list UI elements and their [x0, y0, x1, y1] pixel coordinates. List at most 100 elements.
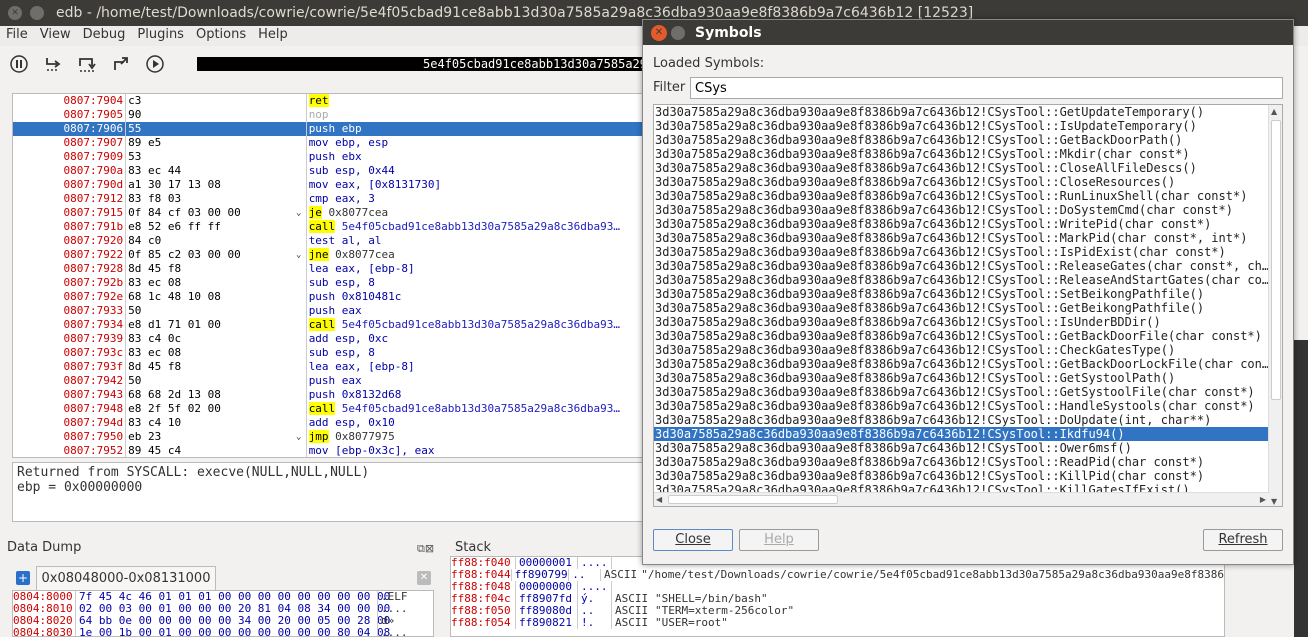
symbol-item[interactable]: 3d30a7585a29a8c36dba930aa9e8f8386b9a7c64…: [654, 273, 1270, 287]
disasm-row[interactable]: 0807:7933 50 push eax: [13, 304, 643, 318]
menu-view[interactable]: View: [34, 26, 77, 46]
disasm-row[interactable]: 0807:7907 89 e5 mov ebp, esp: [13, 136, 643, 150]
scroll-up-icon[interactable]: ▲: [1271, 107, 1277, 116]
disasm-instruction: sub esp, 0x44: [306, 164, 643, 178]
disasm-row[interactable]: 0807:7943 68 68 2d 13 08 push 0x8132d68: [13, 388, 643, 402]
refresh-button[interactable]: Refresh: [1203, 529, 1283, 551]
menu-plugins[interactable]: Plugins: [131, 26, 190, 46]
symbol-item[interactable]: 3d30a7585a29a8c36dba930aa9e8f8386b9a7c64…: [654, 455, 1270, 469]
disasm-row[interactable]: 0807:7920 84 c0 test al, al: [13, 234, 643, 248]
disasm-row[interactable]: 0807:7950 eb 23 ⌄ jmp 0x8077975: [13, 430, 643, 444]
symbol-item[interactable]: 3d30a7585a29a8c36dba930aa9e8f8386b9a7c64…: [654, 259, 1270, 273]
symbol-item[interactable]: 3d30a7585a29a8c36dba930aa9e8f8386b9a7c64…: [654, 371, 1270, 385]
symbol-item[interactable]: 3d30a7585a29a8c36dba930aa9e8f8386b9a7c64…: [654, 343, 1270, 357]
symbol-item[interactable]: 3d30a7585a29a8c36dba930aa9e8f8386b9a7c64…: [654, 189, 1270, 203]
disasm-row[interactable]: 0807:7905 90 nop: [13, 108, 643, 122]
h-scrollbar-thumb[interactable]: [668, 495, 838, 504]
disasm-row[interactable]: 0807:7906 55 push ebp: [13, 122, 643, 136]
step-into-icon[interactable]: [38, 52, 68, 76]
mnemonic: sub esp, 8: [309, 346, 375, 359]
minimize-dialog-icon[interactable]: [671, 26, 685, 40]
symbol-item[interactable]: 3d30a7585a29a8c36dba930aa9e8f8386b9a7c64…: [654, 175, 1270, 189]
menu-file[interactable]: File: [0, 26, 34, 46]
symbol-item[interactable]: 3d30a7585a29a8c36dba930aa9e8f8386b9a7c64…: [654, 287, 1270, 301]
symbol-item[interactable]: 3d30a7585a29a8c36dba930aa9e8f8386b9a7c64…: [654, 105, 1270, 119]
symbol-item[interactable]: 3d30a7585a29a8c36dba930aa9e8f8386b9a7c64…: [654, 441, 1270, 455]
disasm-row[interactable]: 0807:7948 e8 2f 5f 02 00 call 5e4f05cbad91…: [13, 402, 643, 416]
disasm-row[interactable]: 0807:793f 8d 45 f8 lea eax, [ebp-8]: [13, 360, 643, 374]
pause-icon[interactable]: [4, 52, 34, 76]
symbol-item[interactable]: 3d30a7585a29a8c36dba930aa9e8f8386b9a7c64…: [654, 427, 1270, 441]
disasm-row[interactable]: 0807:791b e8 52 e6 ff ff call 5e4f05cbad91…: [13, 220, 643, 234]
symbol-item[interactable]: 3d30a7585a29a8c36dba930aa9e8f8386b9a7c64…: [654, 329, 1270, 343]
symbol-item[interactable]: 3d30a7585a29a8c36dba930aa9e8f8386b9a7c64…: [654, 385, 1270, 399]
disasm-row[interactable]: 0807:790a 83 ec 44 sub esp, 0x44: [13, 164, 643, 178]
disasm-row[interactable]: 0807:7934 e8 d1 71 01 00 call 5e4f05cbad91…: [13, 318, 643, 332]
disasm-row[interactable]: 0807:7942 50 push eax: [13, 374, 643, 388]
symbol-item[interactable]: 3d30a7585a29a8c36dba930aa9e8f8386b9a7c64…: [654, 245, 1270, 259]
run-icon[interactable]: [140, 52, 170, 76]
symbol-item[interactable]: 3d30a7585a29a8c36dba930aa9e8f8386b9a7c64…: [654, 203, 1270, 217]
symbol-item[interactable]: 3d30a7585a29a8c36dba930aa9e8f8386b9a7c64…: [654, 231, 1270, 245]
help-button[interactable]: Help: [739, 529, 819, 551]
jump-arrow-icon: [292, 276, 306, 290]
symbol-item[interactable]: 3d30a7585a29a8c36dba930aa9e8f8386b9a7c64…: [654, 413, 1270, 427]
disasm-row[interactable]: 0807:7928 8d 45 f8 lea eax, [ebp-8]: [13, 262, 643, 276]
address-bar[interactable]: 5e4f05cbad91ce8abb13d30a7585a29: [197, 57, 647, 71]
disasm-row[interactable]: 0807:7922 0f 85 c2 03 00 00 ⌄ jne 0x8077cea: [13, 248, 643, 262]
disasm-row[interactable]: 0807:7952 89 45 c4 mov [ebp-0x3c], eax: [13, 444, 643, 458]
disasm-row[interactable]: 0807:7912 83 f8 03 cmp eax, 3: [13, 192, 643, 206]
scroll-left-icon[interactable]: ◀: [656, 495, 662, 504]
disasm-row[interactable]: 0807:7939 83 c4 0c add esp, 0xc: [13, 332, 643, 346]
disasm-address: 0807:7904: [13, 94, 125, 108]
disasm-row[interactable]: 0807:7915 0f 84 cf 03 00 00 ⌄ je 0x8077cea: [13, 206, 643, 220]
close-dialog-icon[interactable]: ✕: [651, 25, 667, 41]
menu-debug[interactable]: Debug: [77, 26, 132, 46]
disasm-row[interactable]: 0807:7909 53 push ebx: [13, 150, 643, 164]
filter-input[interactable]: [690, 77, 1283, 99]
add-tab-icon[interactable]: +: [16, 571, 30, 585]
symbols-list[interactable]: 3d30a7585a29a8c36dba930aa9e8f8386b9a7c64…: [653, 104, 1283, 507]
jump-arrow-icon: [292, 192, 306, 206]
close-window-icon[interactable]: ✕: [8, 6, 22, 20]
disasm-row[interactable]: 0807:792e 68 1c 48 10 08 push 0x810481c: [13, 290, 643, 304]
jump-arrow-icon: [292, 122, 306, 136]
symbol-item[interactable]: 3d30a7585a29a8c36dba930aa9e8f8386b9a7c64…: [654, 119, 1270, 133]
undock-icon[interactable]: ⧉⊠: [417, 542, 434, 556]
disasm-row[interactable]: 0807:7904 c3 ret: [13, 94, 643, 108]
disasm-row[interactable]: 0807:790d a1 30 17 13 08 mov eax, [0x81317…: [13, 178, 643, 192]
symbol-item[interactable]: 3d30a7585a29a8c36dba930aa9e8f8386b9a7c64…: [654, 161, 1270, 175]
disasm-row[interactable]: 0807:793c 83 ec 08 sub esp, 8: [13, 346, 643, 360]
symbol-item[interactable]: 3d30a7585a29a8c36dba930aa9e8f8386b9a7c64…: [654, 315, 1270, 329]
symbol-item[interactable]: 3d30a7585a29a8c36dba930aa9e8f8386b9a7c64…: [654, 133, 1270, 147]
close-button[interactable]: Close: [653, 529, 733, 551]
scrollbar-thumb[interactable]: [1271, 120, 1281, 400]
dump-tab[interactable]: 0x08048000-0x08131000: [36, 566, 216, 590]
symbol-item[interactable]: 3d30a7585a29a8c36dba930aa9e8f8386b9a7c64…: [654, 147, 1270, 161]
menu-options[interactable]: Options: [190, 26, 252, 46]
disasm-bytes: 83 ec 44: [125, 164, 292, 178]
symbol-item[interactable]: 3d30a7585a29a8c36dba930aa9e8f8386b9a7c64…: [654, 469, 1270, 483]
symbol-item[interactable]: 3d30a7585a29a8c36dba930aa9e8f8386b9a7c64…: [654, 357, 1270, 371]
menu-help[interactable]: Help: [252, 26, 294, 46]
disasm-row[interactable]: 0807:792b 83 ec 08 sub esp, 8: [13, 276, 643, 290]
jump-arrow-icon: [292, 94, 306, 108]
data-dump-view[interactable]: 0804:8000 7f 45 4c 46 01 01 01 00 00 00 0…: [12, 590, 434, 637]
step-over-icon[interactable]: [72, 52, 102, 76]
close-tab-icon[interactable]: ✕: [417, 571, 431, 585]
symbols-horizontal-scrollbar[interactable]: ◀ ▶: [654, 492, 1270, 506]
scroll-down-icon[interactable]: ▼: [1271, 497, 1277, 506]
stack-view[interactable]: ff88:f040 00000001.... ff88:f044 ff890799..…: [450, 556, 1225, 637]
symbol-item[interactable]: 3d30a7585a29a8c36dba930aa9e8f8386b9a7c64…: [654, 217, 1270, 231]
stack-row[interactable]: ff88:f054 ff890821 !. ASCII "USER=root": [451, 617, 1224, 629]
step-out-icon[interactable]: [106, 52, 136, 76]
dump-row[interactable]: 0804:8030 1e 00 1b 00 01 00 00 00 00 00 0…: [13, 627, 433, 637]
symbols-vertical-scrollbar[interactable]: ▲ ▼: [1268, 105, 1282, 507]
disassembly-view[interactable]: 0807:7904 c3 ret 0807:7905 90 nop 0807:7906 55 p…: [12, 93, 644, 458]
disasm-bytes: e8 2f 5f 02 00: [125, 402, 292, 416]
disasm-row[interactable]: 0807:794d 83 c4 10 add esp, 0x10: [13, 416, 643, 430]
scroll-right-icon[interactable]: ▶: [1260, 495, 1266, 504]
minimize-window-icon[interactable]: [30, 6, 44, 20]
symbol-item[interactable]: 3d30a7585a29a8c36dba930aa9e8f8386b9a7c64…: [654, 301, 1270, 315]
symbol-item[interactable]: 3d30a7585a29a8c36dba930aa9e8f8386b9a7c64…: [654, 399, 1270, 413]
